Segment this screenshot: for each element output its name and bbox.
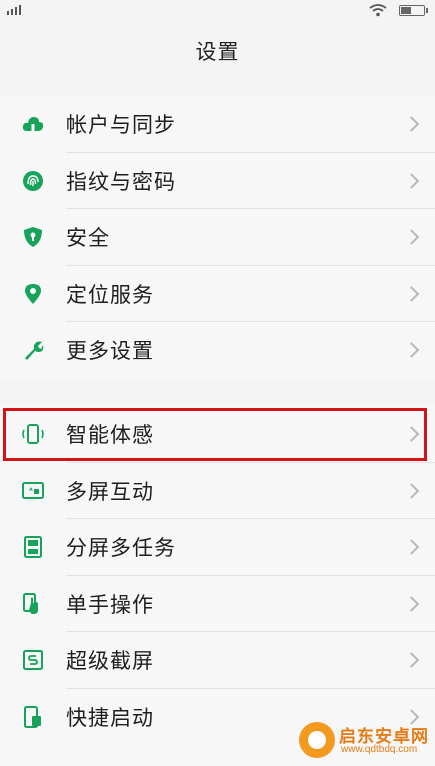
settings-item-fingerprint-password[interactable]: 指纹与密码	[0, 153, 435, 209]
settings-item-more-settings[interactable]: 更多设置	[0, 322, 435, 379]
settings-item-label: 超级截屏	[66, 649, 154, 674]
chevron-right-icon	[403, 595, 420, 612]
settings-item-location[interactable]: 定位服务	[0, 266, 435, 322]
battery-icon	[399, 5, 428, 16]
settings-item-label: 单手操作	[66, 592, 154, 617]
settings-item-label: 更多设置	[66, 339, 154, 364]
settings-item-label: 安全	[66, 226, 110, 251]
wifi-icon	[369, 4, 387, 17]
cloud-icon	[22, 113, 44, 135]
settings-item-label: 指纹与密码	[66, 169, 176, 194]
fingerprint-icon	[22, 170, 44, 192]
screenshot-icon	[22, 649, 44, 671]
settings-item-label: 快捷启动	[66, 705, 154, 730]
signal-icon	[7, 5, 21, 15]
quick-launch-icon	[22, 705, 44, 728]
settings-item-smart-motion[interactable]: 智能体感	[0, 406, 435, 463]
watermark-url: www.qdtbdq.com	[341, 744, 418, 755]
settings-item-super-screenshot[interactable]: 超级截屏	[0, 632, 435, 689]
settings-item-label: 定位服务	[66, 282, 154, 307]
chevron-right-icon	[403, 285, 420, 302]
settings-item-label: 帐户与同步	[66, 113, 176, 138]
chevron-right-icon	[403, 116, 420, 133]
chevron-right-icon	[403, 229, 420, 246]
chevron-right-icon	[403, 482, 420, 499]
status-bar	[0, 0, 435, 22]
settings-item-account-sync[interactable]: 帐户与同步	[0, 96, 435, 153]
settings-item-multiscreen[interactable]: 多屏互动	[0, 463, 435, 519]
chevron-right-icon	[403, 539, 420, 556]
shield-icon	[22, 226, 44, 248]
chevron-right-icon	[403, 342, 420, 359]
chevron-right-icon	[403, 652, 420, 669]
page-title: 设置	[195, 40, 240, 64]
settings-item-one-hand[interactable]: 单手操作	[0, 576, 435, 632]
settings-group-2: 智能体感 多屏互动 分屏多任务 单手操作 超级截屏 快捷启动	[0, 406, 435, 766]
multiscreen-icon	[22, 480, 44, 502]
settings-item-label: 多屏互动	[66, 479, 154, 504]
watermark: 启东安卓网 www.qdtbdq.com	[299, 720, 431, 760]
settings-item-split-screen[interactable]: 分屏多任务	[0, 519, 435, 576]
settings-group-1: 帐户与同步 指纹与密码 安全 定位服务 更多设置	[0, 96, 435, 378]
chevron-right-icon	[403, 426, 420, 443]
split-screen-icon	[22, 536, 44, 559]
phone-motion-icon	[22, 423, 44, 445]
location-pin-icon	[22, 283, 44, 305]
settings-item-security[interactable]: 安全	[0, 209, 435, 266]
settings-item-label: 智能体感	[66, 423, 154, 448]
watermark-logo-icon	[299, 722, 335, 758]
wrench-icon	[22, 339, 44, 361]
chevron-right-icon	[403, 172, 420, 189]
settings-item-label: 分屏多任务	[66, 536, 176, 561]
one-hand-icon	[22, 592, 44, 615]
